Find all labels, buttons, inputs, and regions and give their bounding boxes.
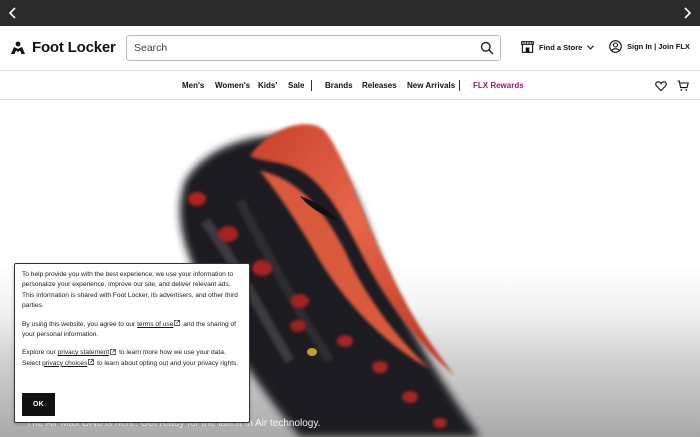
nav-item-flx-rewards[interactable]: FLX Rewards xyxy=(473,81,524,90)
nav-item-releases[interactable]: Releases xyxy=(362,81,397,90)
store-icon xyxy=(521,41,534,53)
chevron-left-icon xyxy=(8,7,16,19)
privacy-statement-link[interactable]: privacy statement xyxy=(58,349,110,356)
external-link-icon xyxy=(174,320,181,326)
referee-logo-icon xyxy=(11,41,25,54)
nav-item-kids[interactable]: Kids' xyxy=(258,81,277,90)
main-nav: Men's Women's Kids' Sale Brands Releases… xyxy=(0,70,700,100)
cookie-consent-dialog: To help provide you with the best experi… xyxy=(14,263,250,423)
find-store-label: Find a Store xyxy=(539,42,583,52)
nav-item-new-arrivals[interactable]: New Arrivals xyxy=(407,81,455,90)
heart-icon[interactable] xyxy=(655,80,667,92)
cart-icon[interactable] xyxy=(677,80,689,92)
cookie-ok-button[interactable]: OK xyxy=(22,393,55,416)
promo-bar xyxy=(0,0,700,26)
sign-in-label: Sign In | Join FLX xyxy=(627,42,690,51)
nav-item-mens[interactable]: Men's xyxy=(182,81,204,90)
logo-text: Foot Locker xyxy=(32,39,116,56)
external-link-icon xyxy=(110,349,117,355)
chevron-right-icon xyxy=(684,7,692,19)
account-icon xyxy=(609,40,622,53)
site-logo[interactable]: Foot Locker xyxy=(9,39,116,56)
nav-item-sale[interactable]: Sale xyxy=(288,81,304,90)
terms-of-use-link[interactable]: terms of use xyxy=(137,321,173,328)
sign-in-button[interactable]: Sign In | Join FLX xyxy=(609,40,690,53)
find-store-button[interactable]: Find a Store xyxy=(521,41,595,53)
cookie-text-terms: By using this website, you agree to our … xyxy=(22,320,236,339)
promo-next-button[interactable] xyxy=(678,4,696,22)
nav-divider xyxy=(459,80,460,91)
external-link-icon xyxy=(88,359,95,366)
search-box xyxy=(126,35,501,61)
cookie-text-intro: To help provide you with the best experi… xyxy=(22,271,238,310)
nav-item-brands[interactable]: Brands xyxy=(325,81,353,90)
nav-item-womens[interactable]: Women's xyxy=(215,81,250,90)
search-icon[interactable] xyxy=(480,41,494,55)
chevron-down-icon xyxy=(587,44,595,50)
nav-divider xyxy=(311,80,312,91)
search-input[interactable] xyxy=(127,36,467,60)
site-header: Foot Locker Find a Store Sign In | Join … xyxy=(0,26,700,70)
promo-prev-button[interactable] xyxy=(4,4,22,22)
privacy-choices-link[interactable]: privacy choices xyxy=(42,360,87,367)
cookie-text-privacy: Explore our privacy statement to learn m… xyxy=(22,349,239,367)
